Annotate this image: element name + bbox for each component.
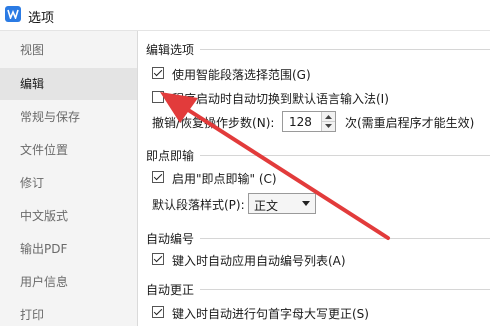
undo-steps-label: 撤销/恢复操作步数(N): [152,116,275,130]
smart-paragraph-label: 使用智能段落选择范围(G) [172,68,311,82]
undo-steps-note: 次(需重启程序才能生效) [345,116,475,130]
sidebar-item-print[interactable]: 打印 [0,299,137,331]
sidebar-item-revision[interactable]: 修订 [0,167,137,199]
click-type-label: 启用"即点即输" (C) [172,172,277,186]
auto-numbering-label: 键入时自动应用自动编号列表(A) [172,254,346,268]
options-panel: 编辑选项 使用智能段落选择范围(G) 程序启动时自动切换到默认语言输入法(I) … [138,31,490,326]
section-title-auto-numbering: 自动编号 [146,232,195,246]
spinner-buttons [321,112,335,131]
section-divider [200,289,490,290]
default-style-label: 默认段落样式(P): [152,198,245,212]
sidebar-item-user-info[interactable]: 用户信息 [0,266,137,298]
sidebar-item-file-location[interactable]: 文件位置 [0,134,137,166]
auto-correct-checkbox[interactable] [152,306,164,318]
smart-paragraph-checkbox[interactable] [152,67,164,79]
sidebar-item-chinese-layout[interactable]: 中文版式 [0,200,137,232]
auto-switch-lang-label: 程序启动时自动切换到默认语言输入法(I) [172,92,389,106]
auto-switch-lang-checkbox[interactable] [152,91,164,103]
title-bar: 选项 [0,0,490,31]
sidebar: 视图 编辑 常规与保存 文件位置 修订 中文版式 输出PDF 用户信息 打印 [0,31,138,326]
section-divider [200,238,490,239]
section-title-click-type: 即点即输 [146,149,195,163]
undo-steps-spinner[interactable]: 128 [282,111,336,132]
section-title-edit-options: 编辑选项 [146,43,195,57]
auto-correct-label: 键入时自动进行句首字母大写更正(S) [172,307,369,321]
undo-steps-value[interactable]: 128 [289,115,312,129]
sidebar-item-edit[interactable]: 编辑 [0,68,137,100]
spinner-down-icon[interactable] [322,121,335,130]
auto-numbering-checkbox[interactable] [152,253,164,265]
section-divider [200,49,490,50]
sidebar-item-general-save[interactable]: 常规与保存 [0,101,137,133]
section-title-auto-correct: 自动更正 [146,283,195,297]
section-divider [200,155,490,156]
click-type-checkbox[interactable] [152,171,164,183]
wps-logo-icon [5,6,21,22]
sidebar-item-export-pdf[interactable]: 输出PDF [0,233,137,265]
default-style-select[interactable]: 正文 [248,193,316,214]
chevron-down-icon [302,201,310,206]
default-style-value: 正文 [254,199,279,213]
window-title: 选项 [28,11,55,26]
sidebar-item-view[interactable]: 视图 [0,34,137,66]
